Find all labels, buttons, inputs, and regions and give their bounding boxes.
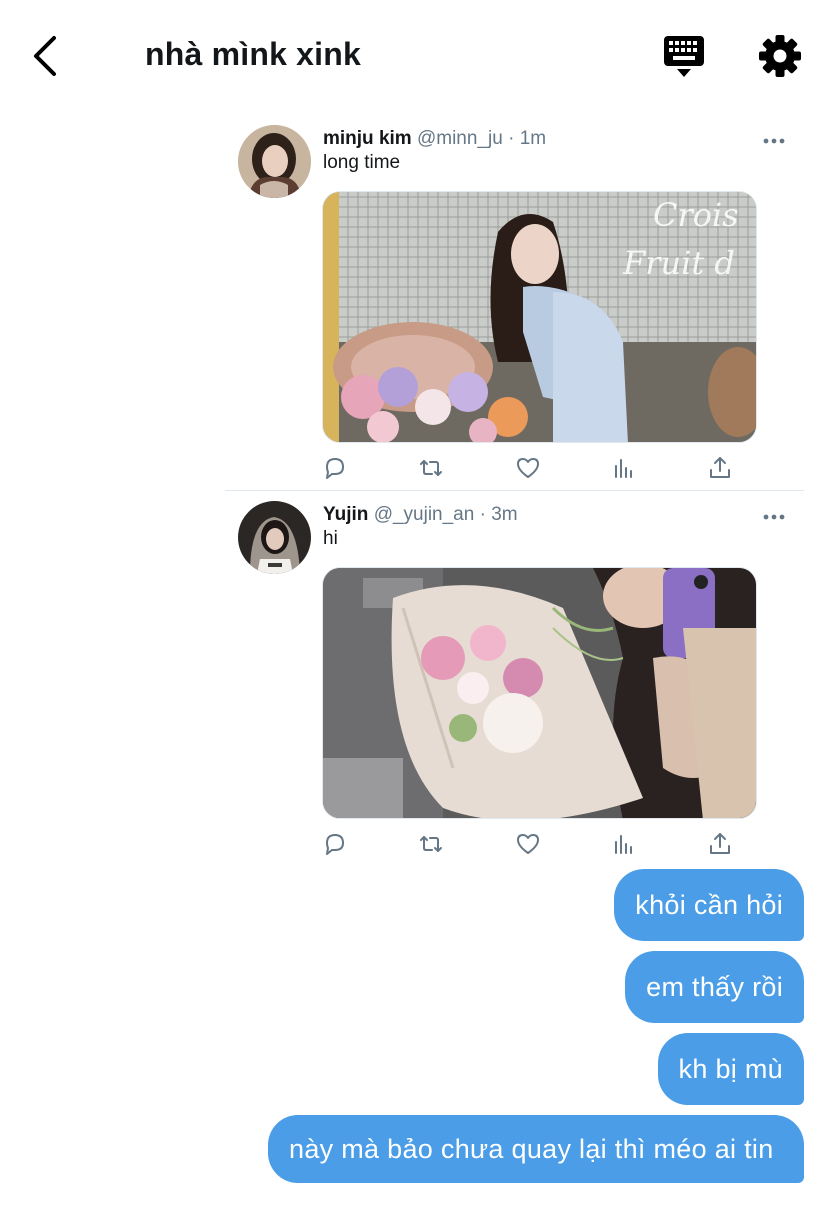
analytics-icon <box>615 835 632 854</box>
divider <box>225 490 804 491</box>
tweet-media[interactable]: Crois Fruit d <box>322 191 757 443</box>
more-options-button[interactable] <box>761 133 787 144</box>
keyboard-icon <box>664 36 704 77</box>
tweet-header: Yujin @_yujin_an · 3m <box>323 504 518 526</box>
timestamp: 1m <box>519 128 547 149</box>
timestamp: 3m <box>491 504 518 525</box>
share-icon <box>710 457 730 478</box>
share-icon <box>710 833 730 854</box>
sent-message-bubble[interactable]: em thấy rồi <box>625 951 804 1023</box>
retweet-icon <box>420 460 442 476</box>
chevron-left-icon <box>34 36 56 76</box>
more-icon <box>763 514 785 520</box>
like-button[interactable] <box>515 831 541 857</box>
share-button[interactable] <box>707 455 733 481</box>
author-handle: @_yujin_an <box>373 504 475 525</box>
like-button[interactable] <box>515 455 541 481</box>
tweet-media[interactable] <box>322 567 757 819</box>
conversation-title: nhà mìnk xink <box>145 36 361 72</box>
analytics-button[interactable] <box>611 831 637 857</box>
more-icon <box>763 138 785 144</box>
heart-icon <box>517 834 539 854</box>
analytics-icon <box>615 459 632 478</box>
back-button[interactable] <box>28 34 72 78</box>
tweet-actions <box>322 455 742 485</box>
separator: · <box>508 128 515 149</box>
separator: · <box>479 504 486 525</box>
reply-icon <box>326 834 344 855</box>
sent-message-bubble[interactable]: kh bị mù <box>657 1033 804 1105</box>
tweet-text: hi <box>323 528 338 549</box>
sent-message-bubble[interactable]: khỏi cần hỏi <box>614 869 804 941</box>
more-options-button[interactable] <box>761 509 787 520</box>
tweet-actions <box>322 831 742 861</box>
author-name[interactable]: Yujin <box>323 504 368 525</box>
reply-button[interactable] <box>322 831 348 857</box>
heart-icon <box>517 458 539 478</box>
reply-button[interactable] <box>322 455 348 481</box>
keyboard-button[interactable] <box>660 34 708 80</box>
shared-tweet-card[interactable]: Yujin @_yujin_an · 3m hi <box>225 496 804 866</box>
share-button[interactable] <box>707 831 733 857</box>
chat-header: nhà mìnk xink <box>0 0 828 110</box>
media-overlay-text: Crois <box>653 196 739 234</box>
avatar[interactable] <box>238 125 311 198</box>
tweet-header: minju kim @minn_ju · 1m <box>323 128 546 150</box>
retweet-button[interactable] <box>418 455 444 481</box>
avatar[interactable] <box>238 501 311 574</box>
shared-tweet-card[interactable]: minju kim @minn_ju · 1m long time Crois … <box>225 120 804 490</box>
media-overlay-text: Fruit d <box>622 244 735 282</box>
settings-button[interactable] <box>758 34 802 78</box>
sent-message-bubble[interactable]: này mà bảo chưa quay lại thì méo ai tin <box>268 1115 804 1183</box>
retweet-icon <box>420 836 442 852</box>
author-name[interactable]: minju kim <box>323 128 412 149</box>
retweet-button[interactable] <box>418 831 444 857</box>
gear-icon <box>759 35 801 77</box>
author-handle: @minn_ju <box>416 128 503 149</box>
analytics-button[interactable] <box>611 455 637 481</box>
tweet-text: long time <box>323 152 401 173</box>
reply-icon <box>326 458 344 479</box>
